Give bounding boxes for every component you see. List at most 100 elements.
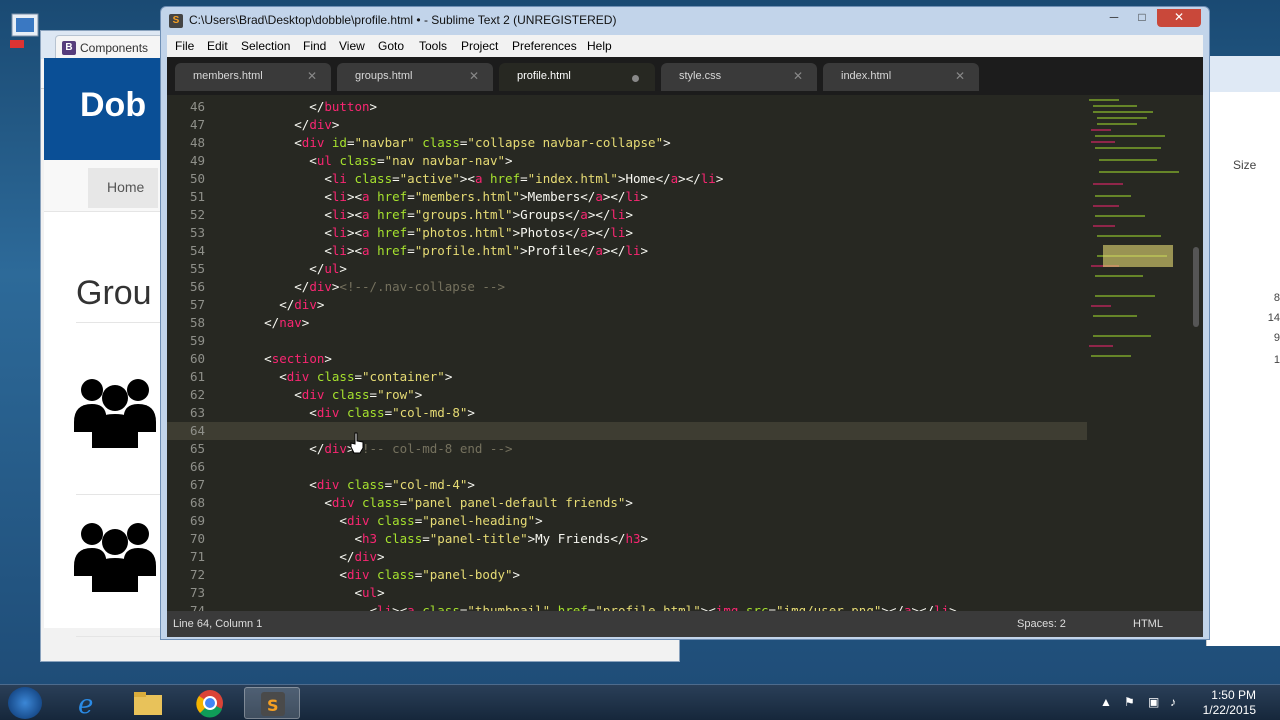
code-text: </div><!--/.nav-collapse --> (219, 279, 505, 294)
line-number: 55 (189, 261, 205, 276)
show-hidden-icons-icon[interactable]: ▲ (1100, 695, 1112, 709)
code-line[interactable]: 71 </div> (167, 548, 1087, 566)
maximize-icon[interactable]: □ (1129, 9, 1155, 27)
code-line[interactable]: 55 </ul> (167, 260, 1087, 278)
code-text: <div class="panel-body"> (219, 567, 521, 582)
tab-close-icon[interactable]: ✕ (955, 69, 965, 83)
close-icon[interactable]: ✕ (1157, 9, 1201, 27)
volume-icon[interactable]: ♪ (1170, 695, 1176, 709)
line-number: 61 (189, 369, 205, 384)
tab-groups[interactable]: groups.html ✕ (337, 63, 493, 91)
code-line[interactable]: 58 </nav> (167, 314, 1087, 332)
line-number: 73 (189, 585, 205, 600)
code-text: <ul> (219, 585, 385, 600)
tab-close-icon[interactable]: ✕ (793, 69, 803, 83)
tab-close-icon[interactable]: ✕ (307, 69, 317, 83)
code-line[interactable]: 74 <li><a class="thumbnail" href="profil… (167, 602, 1087, 611)
code-text: </button> (219, 99, 378, 114)
syntax-setting[interactable]: HTML (1133, 618, 1163, 630)
menu-help[interactable]: Help (587, 39, 612, 53)
chrome-taskbar-icon[interactable] (182, 687, 238, 719)
start-button[interactable] (8, 687, 42, 719)
code-line[interactable]: 63 <div class="col-md-8"> (167, 404, 1087, 422)
status-bar: Line 64, Column 1 Spaces: 2 HTML (167, 611, 1203, 637)
line-number: 52 (189, 207, 205, 222)
code-line[interactable]: 54 <li><a href="profile.html">Profile</a… (167, 242, 1087, 260)
code-line[interactable]: 46 </button> (167, 98, 1087, 116)
unsaved-dot-icon[interactable] (632, 75, 639, 82)
line-number: 74 (189, 603, 205, 611)
code-line[interactable]: 70 <h3 class="panel-title">My Friends</h… (167, 530, 1087, 548)
tab-profile[interactable]: profile.html (499, 63, 655, 91)
code-line[interactable]: 53 <li><a href="photos.html">Photos</a><… (167, 224, 1087, 242)
desktop-shortcut-icon[interactable] (8, 12, 44, 50)
system-clock[interactable]: 1:50 PM 1/22/2015 (1203, 688, 1256, 718)
code-line[interactable]: 56 </div><!--/.nav-collapse --> (167, 278, 1087, 296)
menu-view[interactable]: View (339, 39, 365, 53)
tab-index[interactable]: index.html ✕ (823, 63, 979, 91)
line-number: 67 (189, 477, 205, 492)
code-editor[interactable]: 46 </button> 47 </div> 48 <div id="navbar"… (167, 95, 1203, 611)
explorer-window: Size 8 14 9 1 (1206, 56, 1280, 646)
browser-tab[interactable]: B Components (55, 35, 170, 59)
code-text: </div> (219, 297, 325, 312)
menu-tools[interactable]: Tools (419, 39, 447, 53)
minimize-icon[interactable]: ─ (1101, 9, 1127, 27)
menu-find[interactable]: Find (303, 39, 326, 53)
line-number: 71 (189, 549, 205, 564)
explorer-taskbar-icon[interactable] (120, 687, 176, 719)
code-line[interactable]: 52 <li><a href="groups.html">Groups</a><… (167, 206, 1087, 224)
menu-edit[interactable]: Edit (207, 39, 228, 53)
ie-taskbar-icon[interactable]: e (62, 687, 118, 720)
network-icon[interactable]: ▣ (1148, 695, 1159, 709)
line-number: 46 (189, 99, 205, 114)
code-line[interactable]: 62 <div class="row"> (167, 386, 1087, 404)
menu-file[interactable]: File (175, 39, 194, 53)
menu-goto[interactable]: Goto (378, 39, 404, 53)
code-line[interactable]: 68 <div class="panel panel-default frien… (167, 494, 1087, 512)
group-people-icon (74, 523, 156, 592)
code-text: <li><a href="groups.html">Groups</a></li… (219, 207, 633, 222)
size-column-header[interactable]: Size (1233, 158, 1256, 172)
menu-preferences[interactable]: Preferences (512, 39, 577, 53)
code-line[interactable]: 60 <section> (167, 350, 1087, 368)
bootstrap-icon: B (62, 41, 76, 55)
line-number: 49 (189, 153, 205, 168)
code-line[interactable]: 66 (167, 458, 1087, 476)
code-line[interactable]: 64 (167, 422, 1087, 440)
indentation-setting[interactable]: Spaces: 2 (1017, 618, 1066, 630)
code-line[interactable]: 50 <li class="active"><a href="index.htm… (167, 170, 1087, 188)
code-line[interactable]: 59 (167, 332, 1087, 350)
vertical-scrollbar[interactable] (1193, 247, 1199, 327)
code-line[interactable]: 48 <div id="navbar" class="collapse navb… (167, 134, 1087, 152)
code-line[interactable]: 49 <ul class="nav navbar-nav"> (167, 152, 1087, 170)
code-text: </nav> (219, 315, 310, 330)
menu-project[interactable]: Project (461, 39, 498, 53)
line-number: 56 (189, 279, 205, 294)
code-text: <li><a href="members.html">Members</a></… (219, 189, 649, 204)
code-line[interactable]: 47 </div> (167, 116, 1087, 134)
code-line[interactable]: 69 <div class="panel-heading"> (167, 512, 1087, 530)
code-text: <li class="active"><a href="index.html">… (219, 171, 724, 186)
sublime-taskbar-icon[interactable]: S (244, 687, 300, 719)
code-line[interactable]: 67 <div class="col-md-4"> (167, 476, 1087, 494)
nav-home-link[interactable]: Home (88, 168, 158, 208)
code-line[interactable]: 61 <div class="container"> (167, 368, 1087, 386)
action-center-icon[interactable]: ⚑ (1124, 695, 1135, 709)
menu-selection[interactable]: Selection (241, 39, 290, 53)
tab-close-icon[interactable]: ✕ (469, 69, 479, 83)
tab-style[interactable]: style.css ✕ (661, 63, 817, 91)
code-line[interactable]: 57 </div> (167, 296, 1087, 314)
hero-brand-text: Dob (80, 86, 147, 124)
minimap[interactable] (1085, 95, 1185, 367)
code-text: <h3 class="panel-title">My Friends</h3> (219, 531, 649, 546)
tab-label: groups.html (355, 70, 413, 82)
line-number: 48 (189, 135, 205, 150)
code-line[interactable]: 73 <ul> (167, 584, 1087, 602)
code-text: <div class="panel-heading"> (219, 513, 543, 528)
code-line[interactable]: 72 <div class="panel-body"> (167, 566, 1087, 584)
code-line[interactable]: 51 <li><a href="members.html">Members</a… (167, 188, 1087, 206)
tab-members[interactable]: members.html ✕ (175, 63, 331, 91)
svg-text:e: e (78, 690, 93, 719)
code-line[interactable]: 65 </div><!-- col-md-8 end --> (167, 440, 1087, 458)
